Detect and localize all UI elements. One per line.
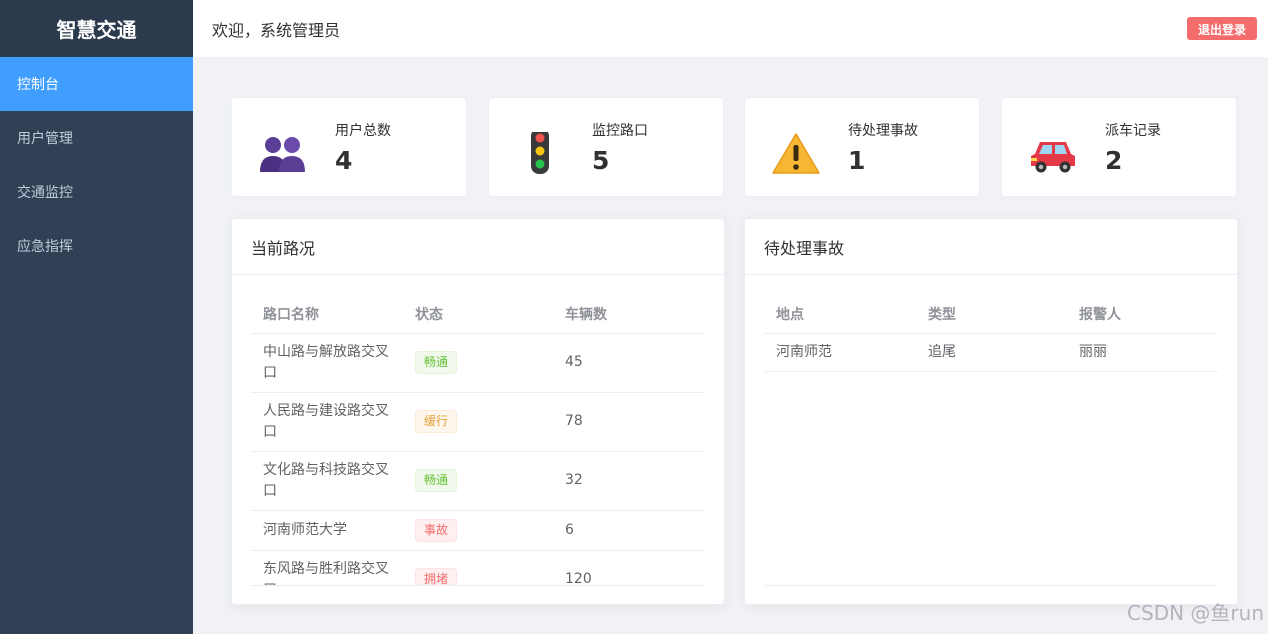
- stat-value: 5: [592, 146, 610, 175]
- vehicle-count: 32: [553, 451, 705, 511]
- column-header: 地点: [764, 295, 916, 334]
- stat-value: 1: [848, 146, 866, 175]
- vehicle-count: 6: [553, 510, 705, 551]
- intersection-name: 中山路与解放路交叉口: [251, 333, 403, 393]
- top-header: 欢迎，系统管理员 退出登录: [193, 0, 1268, 57]
- stat-label: 派车记录: [1105, 123, 1161, 139]
- car-icon: [1031, 142, 1075, 173]
- warning-icon: [772, 133, 820, 174]
- accident-type: 追尾: [916, 333, 1067, 372]
- status-badge: 事故: [415, 518, 458, 542]
- table-row[interactable]: 中山路与解放路交叉口 畅通 45: [251, 333, 705, 393]
- column-header: 车辆数: [553, 295, 705, 334]
- status-badge: 畅通: [415, 351, 458, 374]
- table-row[interactable]: 人民路与建设路交叉口 缓行 78: [251, 392, 705, 452]
- sidebar-item-label: 应急指挥: [17, 239, 73, 255]
- pending-accidents-panel: 待处理事故 地点 类型 报警人 河南师范 追尾 丽丽: [744, 218, 1238, 605]
- intersection-name: 文化路与科技路交叉口: [251, 451, 403, 511]
- stat-card-accidents: 待处理事故 1: [744, 97, 980, 197]
- stat-card-dispatch: 派车记录 2: [1001, 97, 1237, 197]
- table-header-row: 路口名称 状态 车辆数: [251, 295, 705, 334]
- sidebar-item-users[interactable]: 用户管理: [0, 111, 193, 165]
- accident-reporter: 丽丽: [1067, 333, 1218, 372]
- traffic-table: 路口名称 状态 车辆数 中山路与解放路交叉口 畅通 45 人民路与建设路交叉口 …: [251, 295, 705, 585]
- welcome-text: 欢迎，系统管理员: [212, 20, 341, 40]
- stat-card-intersections: 监控路口 5: [488, 97, 724, 197]
- traffic-light-icon: [531, 132, 549, 174]
- logout-button[interactable]: 退出登录: [1186, 17, 1257, 40]
- sidebar-item-label: 用户管理: [17, 131, 73, 147]
- intersection-name: 河南师范大学: [251, 510, 403, 551]
- table-row[interactable]: 河南师范大学 事故 6: [251, 510, 705, 551]
- brand-title: 智慧交通: [0, 0, 193, 57]
- column-header: 类型: [916, 295, 1067, 334]
- stat-value: 4: [335, 146, 353, 175]
- vehicle-count: 45: [553, 333, 705, 393]
- intersection-name: 东风路与胜利路交叉口: [251, 550, 403, 585]
- stat-label: 用户总数: [335, 123, 391, 139]
- watermark: CSDN @鱼run: [1127, 601, 1264, 625]
- column-header: 报警人: [1067, 295, 1218, 334]
- sidebar-item-label: 控制台: [17, 77, 59, 93]
- stat-label: 监控路口: [592, 123, 648, 139]
- table-row[interactable]: 东风路与胜利路交叉口 拥堵 120: [251, 550, 705, 585]
- status-badge: 畅通: [415, 469, 458, 492]
- accident-table-scroll[interactable]: 地点 类型 报警人 河南师范 追尾 丽丽: [764, 295, 1218, 586]
- stat-label: 待处理事故: [848, 123, 918, 139]
- vehicle-count: 78: [553, 392, 705, 452]
- stat-value: 2: [1105, 146, 1123, 175]
- traffic-table-scroll[interactable]: 路口名称 状态 车辆数 中山路与解放路交叉口 畅通 45 人民路与建设路交叉口 …: [251, 295, 705, 586]
- intersection-name: 人民路与建设路交叉口: [251, 392, 403, 452]
- users-icon: [260, 137, 305, 172]
- accident-location: 河南师范: [764, 333, 916, 372]
- sidebar: 智慧交通 控制台 用户管理 交通监控 应急指挥: [0, 0, 193, 634]
- accident-table: 地点 类型 报警人 河南师范 追尾 丽丽: [764, 295, 1218, 372]
- table-header-row: 地点 类型 报警人: [764, 295, 1218, 334]
- table-row[interactable]: 河南师范 追尾 丽丽: [764, 333, 1218, 372]
- status-badge: 缓行: [415, 410, 458, 433]
- panel-title: 待处理事故: [745, 219, 1237, 275]
- panel-title: 当前路况: [232, 219, 724, 275]
- vehicle-count: 120: [553, 550, 705, 585]
- traffic-status-panel: 当前路况 路口名称 状态 车辆数 中山路与解放路交叉口 畅通 45 人民路与建设…: [231, 218, 725, 605]
- column-header: 路口名称: [251, 295, 403, 334]
- stat-card-users: 用户总数 4: [231, 97, 467, 197]
- column-header: 状态: [403, 295, 553, 334]
- sidebar-item-dashboard[interactable]: 控制台: [0, 57, 193, 111]
- sidebar-item-emergency[interactable]: 应急指挥: [0, 219, 193, 273]
- sidebar-item-traffic-monitor[interactable]: 交通监控: [0, 165, 193, 219]
- sidebar-item-label: 交通监控: [17, 185, 73, 201]
- table-row[interactable]: 文化路与科技路交叉口 畅通 32: [251, 451, 705, 511]
- status-badge: 拥堵: [415, 568, 458, 585]
